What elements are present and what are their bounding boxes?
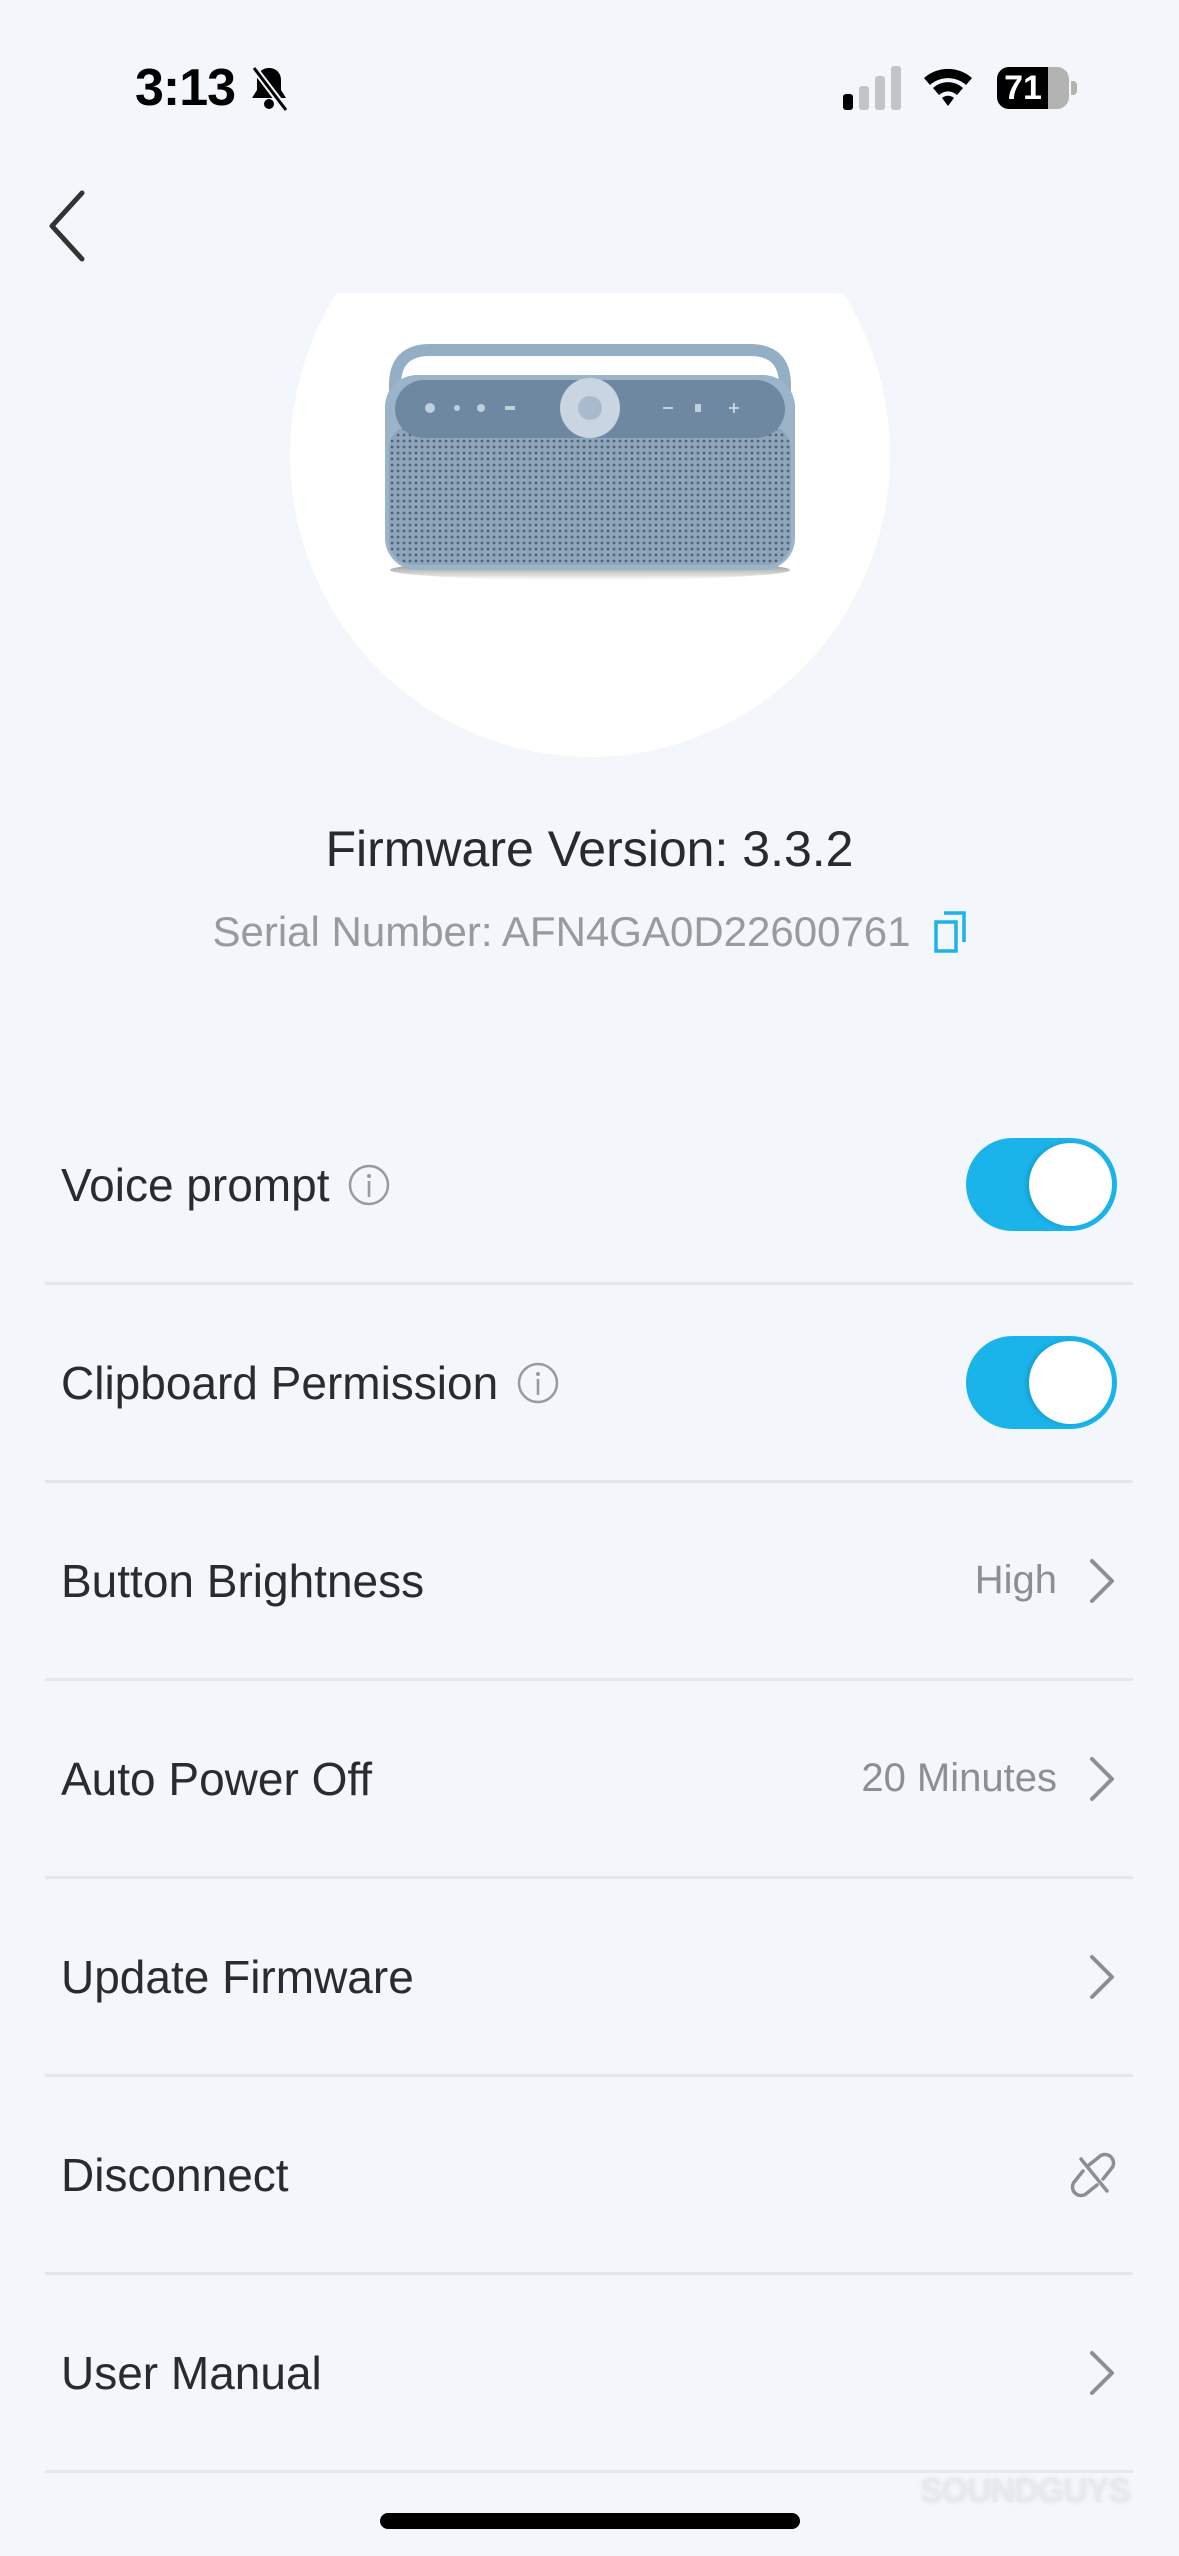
info-icon[interactable] — [516, 1361, 560, 1405]
setting-auto-power-off[interactable]: Auto Power Off 20 Minutes — [45, 1681, 1133, 1879]
chevron-left-icon[interactable] — [38, 185, 98, 267]
settings-list: Voice prompt Clipboard Permission Button… — [45, 1087, 1133, 2473]
setting-label: Clipboard Permission — [61, 1356, 499, 1409]
setting-label: Voice prompt — [61, 1158, 330, 1211]
battery-indicator: 71 — [997, 67, 1077, 109]
setting-label: Disconnect — [61, 2148, 289, 2201]
setting-value: High — [974, 1558, 1057, 1602]
voice-prompt-toggle[interactable] — [966, 1138, 1117, 1231]
battery-percent: 71 — [1004, 69, 1042, 107]
chevron-right-icon — [1090, 1558, 1114, 1603]
chevron-right-icon — [1090, 1756, 1114, 1801]
unlink-icon — [1070, 2152, 1116, 2197]
setting-clipboard-permission: Clipboard Permission — [45, 1285, 1133, 1483]
setting-button-brightness[interactable]: Button Brightness High — [45, 1483, 1133, 1681]
setting-value: 20 Minutes — [861, 1756, 1057, 1800]
firmware-version: Firmware Version: 3.3.2 — [325, 821, 854, 877]
copy-icon[interactable] — [933, 910, 967, 954]
setting-voice-prompt: Voice prompt — [45, 1087, 1133, 1285]
watermark: SOUNDGUYS — [920, 2472, 1131, 2510]
status-time: 3:13 — [135, 59, 236, 117]
info-icon[interactable] — [347, 1163, 391, 1207]
cellular-signal-icon — [843, 66, 901, 110]
wifi-icon — [924, 68, 972, 106]
setting-disconnect[interactable]: Disconnect — [45, 2077, 1133, 2275]
clipboard-permission-toggle[interactable] — [966, 1336, 1117, 1429]
chevron-right-icon — [1090, 2350, 1114, 2395]
setting-user-manual[interactable]: User Manual — [45, 2275, 1133, 2473]
setting-label: Button Brightness — [61, 1554, 425, 1607]
setting-label: Update Firmware — [61, 1950, 414, 2003]
serial-number-row: Serial Number: AFN4GA0D22600761 — [0, 908, 1179, 956]
setting-label: Auto Power Off — [61, 1752, 373, 1805]
home-indicator[interactable] — [380, 2513, 800, 2529]
speaker-product-image — [385, 344, 795, 580]
chevron-right-icon — [1090, 1954, 1114, 1999]
setting-label: User Manual — [61, 2346, 322, 2399]
setting-update-firmware[interactable]: Update Firmware — [45, 1879, 1133, 2077]
serial-number: Serial Number: AFN4GA0D22600761 — [212, 908, 911, 955]
bell-slash-icon — [251, 65, 289, 112]
